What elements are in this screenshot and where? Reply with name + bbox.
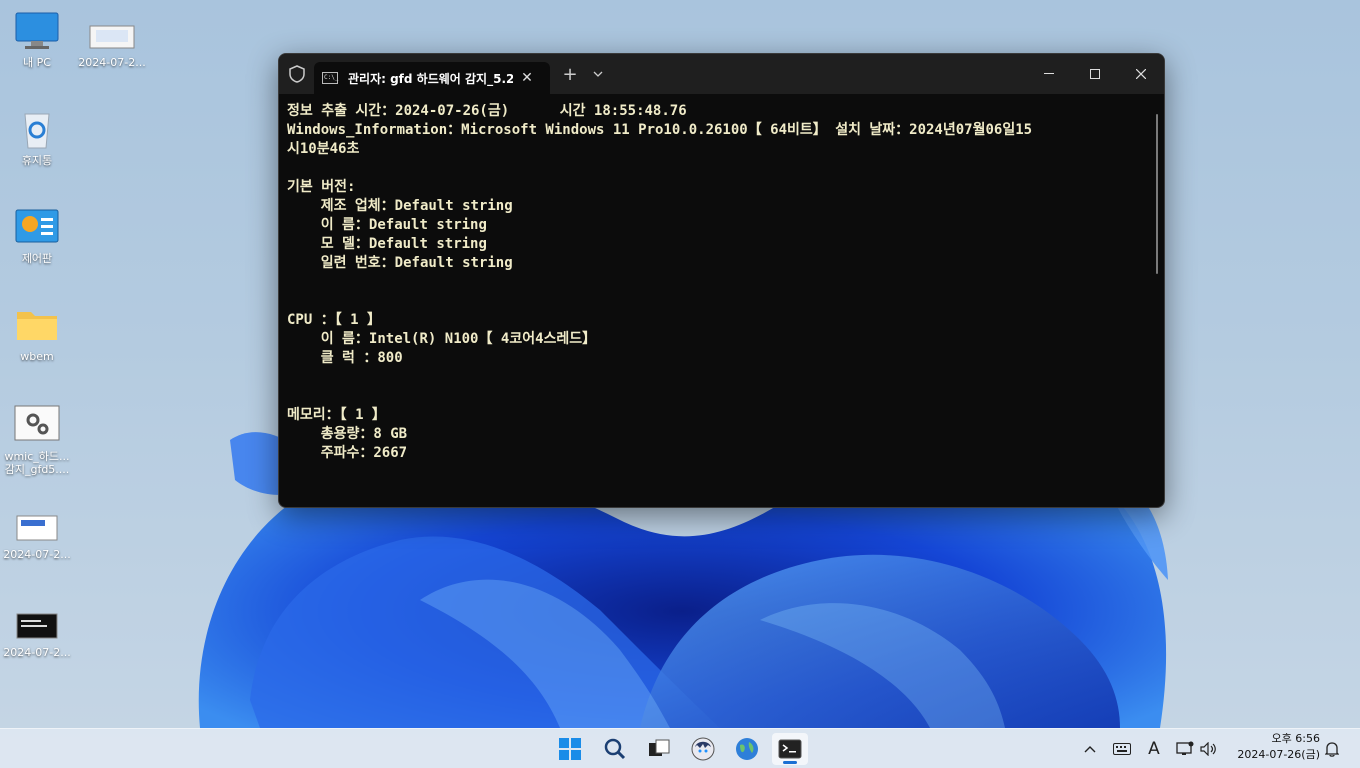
image-file-icon bbox=[13, 512, 61, 544]
desktop-icon-wmic-shortcut[interactable]: wmic_하드... 감지_gfd5.... bbox=[1, 404, 73, 476]
maximize-icon bbox=[1090, 69, 1100, 79]
notifications-button[interactable] bbox=[1322, 729, 1342, 768]
close-icon bbox=[1136, 69, 1146, 79]
desktop-icon-label: 휴지통 bbox=[21, 154, 53, 167]
desktop-icon-recycle-bin[interactable]: 휴지통 bbox=[1, 108, 73, 167]
desktop-icon-control-panel[interactable]: 제어판 bbox=[1, 206, 73, 265]
chevron-down-icon bbox=[593, 71, 603, 77]
terminal-icon bbox=[778, 739, 802, 759]
chevron-up-icon bbox=[1084, 746, 1096, 753]
cmd-icon: C:\_ bbox=[322, 72, 338, 84]
search-icon bbox=[604, 738, 626, 760]
taskbar-clock[interactable]: 오후 6:56 2024-07-26(금) bbox=[1237, 731, 1320, 763]
desktop-icon-label: 2024-07-2... bbox=[78, 56, 146, 69]
image-file-icon bbox=[88, 20, 136, 52]
start-button[interactable] bbox=[552, 733, 588, 765]
terminal-window[interactable]: C:\_ 관리자: gfd 하드웨어 감지_5.2 ✕ + 정보 추출 시간：2… bbox=[278, 53, 1165, 508]
console-line: 정보 추출 시간：2024-07-26(금) 시간 18:55:48.76 bbox=[287, 103, 687, 119]
image-file-icon bbox=[13, 610, 61, 642]
speaker-icon bbox=[1200, 742, 1216, 756]
taskbar-app-avatar[interactable] bbox=[685, 733, 721, 765]
console-line: 메모리：【 1 】 bbox=[287, 407, 386, 423]
new-tab-button[interactable]: + bbox=[554, 64, 586, 85]
console-line: 이 름：Default string bbox=[287, 217, 487, 233]
network-icon bbox=[1176, 741, 1194, 755]
title-bar[interactable]: C:\_ 관리자: gfd 하드웨어 감지_5.2 ✕ + bbox=[279, 54, 1164, 94]
scrollbar[interactable] bbox=[1156, 114, 1158, 274]
desktop-icon-label: 2024-07-2... bbox=[3, 646, 71, 659]
console-line: CPU ：【 1 】 bbox=[287, 312, 382, 328]
taskbar: A 오후 6:56 2024-07-26(금) bbox=[0, 728, 1360, 768]
window-controls bbox=[1026, 54, 1164, 94]
console-output[interactable]: 정보 추출 시간：2024-07-26(금) 시간 18:55:48.76 Win… bbox=[279, 94, 1164, 463]
desktop-icon-label: 제어판 bbox=[21, 252, 53, 265]
maximize-button[interactable] bbox=[1072, 54, 1118, 94]
shield-icon bbox=[282, 54, 312, 94]
taskbar-app-globe[interactable] bbox=[729, 733, 765, 765]
anime-avatar-icon bbox=[691, 737, 715, 761]
bell-icon bbox=[1325, 742, 1339, 757]
volume-button[interactable] bbox=[1198, 729, 1220, 768]
close-button[interactable] bbox=[1118, 54, 1164, 94]
tab-title: 관리자: gfd 하드웨어 감지_5.2 bbox=[348, 71, 513, 86]
folder-icon bbox=[13, 304, 61, 346]
desktop-icon-label: wmic_하드... 감지_gfd5.... bbox=[4, 450, 70, 476]
desktop-icon-label: 2024-07-2... bbox=[3, 548, 71, 561]
ime-indicator[interactable]: A bbox=[1143, 729, 1165, 768]
console-line: 클 럭 ：800 bbox=[287, 350, 403, 366]
windows-logo-icon bbox=[559, 738, 581, 760]
console-line: 기본 버전: bbox=[287, 179, 356, 195]
control-panel-icon bbox=[13, 206, 61, 248]
globe-icon bbox=[736, 738, 758, 760]
search-button[interactable] bbox=[597, 733, 633, 765]
minimize-icon bbox=[1044, 73, 1054, 74]
tab-close-button[interactable]: ✕ bbox=[519, 70, 535, 86]
show-hidden-icons-button[interactable] bbox=[1080, 729, 1100, 768]
clock-time: 오후 6:56 bbox=[1271, 732, 1320, 745]
active-app-indicator bbox=[783, 761, 797, 764]
desktop-icon-screenshot-1[interactable]: 2024-07-2... bbox=[76, 20, 148, 69]
settings-file-icon bbox=[13, 404, 61, 446]
taskbar-app-terminal[interactable] bbox=[772, 733, 808, 765]
monitor-icon bbox=[13, 10, 61, 52]
desktop-icon-screenshot-3[interactable]: 2024-07-2... bbox=[1, 610, 73, 659]
task-view-button[interactable] bbox=[641, 733, 677, 765]
desktop-icon-my-pc[interactable]: 내 PC bbox=[1, 10, 73, 69]
desktop-icon-wbem-folder[interactable]: wbem bbox=[1, 304, 73, 363]
keyboard-button[interactable] bbox=[1110, 729, 1134, 768]
console-line: 모 델：Default string bbox=[287, 236, 487, 252]
tab-dropdown-button[interactable] bbox=[586, 69, 610, 80]
desktop-icon-label: 내 PC bbox=[23, 56, 51, 69]
console-line: Windows_Information：Microsoft Windows 11… bbox=[287, 122, 1033, 138]
console-line: 이 름：Intel(R) N100【 4코어4스레드】 bbox=[287, 331, 597, 347]
clock-date: 2024-07-26(금) bbox=[1237, 748, 1320, 761]
console-line: 일련 번호：Default string bbox=[287, 255, 513, 271]
console-line: 제조 업체：Default string bbox=[287, 198, 513, 214]
tab-admin-terminal[interactable]: C:\_ 관리자: gfd 하드웨어 감지_5.2 ✕ bbox=[314, 62, 550, 94]
keyboard-icon bbox=[1113, 743, 1131, 755]
console-line: 주파수：2667 bbox=[287, 445, 408, 461]
minimize-button[interactable] bbox=[1026, 54, 1072, 94]
console-line: 시10분46초 bbox=[287, 141, 360, 157]
recycle-bin-icon bbox=[13, 108, 61, 150]
network-button[interactable] bbox=[1174, 729, 1196, 768]
desktop-icon-screenshot-2[interactable]: 2024-07-2... bbox=[1, 512, 73, 561]
console-line: 총용량：8 GB bbox=[287, 426, 408, 442]
desktop-icon-label: wbem bbox=[20, 350, 54, 363]
task-view-icon bbox=[649, 739, 670, 756]
